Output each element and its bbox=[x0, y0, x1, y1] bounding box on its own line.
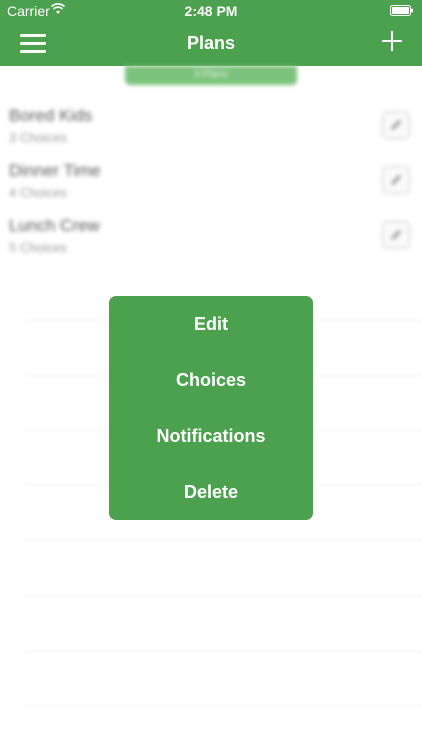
status-bar: Carrier 2:48 PM bbox=[0, 0, 422, 22]
plan-choice-count: 4 Choices bbox=[9, 185, 67, 200]
plan-name: Lunch Crew bbox=[9, 216, 100, 235]
battery-icon bbox=[390, 5, 413, 16]
edit-menu-item[interactable]: Edit bbox=[109, 296, 313, 352]
notifications-menu-item[interactable]: Notifications bbox=[109, 408, 313, 464]
clock-time: 2:48 PM bbox=[184, 3, 238, 19]
pencil-edit-icon[interactable] bbox=[382, 111, 410, 139]
plan-choice-count: 5 Choices bbox=[9, 240, 67, 255]
navigation-bar: Plans bbox=[0, 22, 422, 66]
pencil-edit-icon[interactable] bbox=[382, 166, 410, 194]
delete-menu-item[interactable]: Delete bbox=[109, 464, 313, 520]
plus-icon[interactable] bbox=[381, 30, 403, 52]
divider bbox=[22, 540, 422, 541]
page-title: Plans bbox=[186, 33, 236, 53]
divider bbox=[22, 705, 422, 706]
list-item[interactable]: Bored Kids 3 Choices bbox=[0, 102, 422, 156]
choices-menu-item[interactable]: Choices bbox=[109, 352, 313, 408]
divider bbox=[22, 595, 422, 596]
divider bbox=[22, 650, 422, 651]
plan-choice-count: 3 Choices bbox=[9, 130, 67, 145]
plan-name: Dinner Time bbox=[9, 161, 101, 180]
pencil-edit-icon[interactable] bbox=[382, 221, 410, 249]
plan-name: Bored Kids bbox=[9, 106, 93, 125]
plan-actions-menu: Edit Choices Notifications Delete bbox=[109, 296, 313, 520]
list-item[interactable]: Dinner Time 4 Choices bbox=[0, 157, 422, 211]
header: Carrier 2:48 PM Plans bbox=[0, 0, 422, 66]
plans-count-tab[interactable]: 3 Plans bbox=[125, 66, 297, 85]
list-item[interactable]: Lunch Crew 5 Choices bbox=[0, 212, 422, 266]
